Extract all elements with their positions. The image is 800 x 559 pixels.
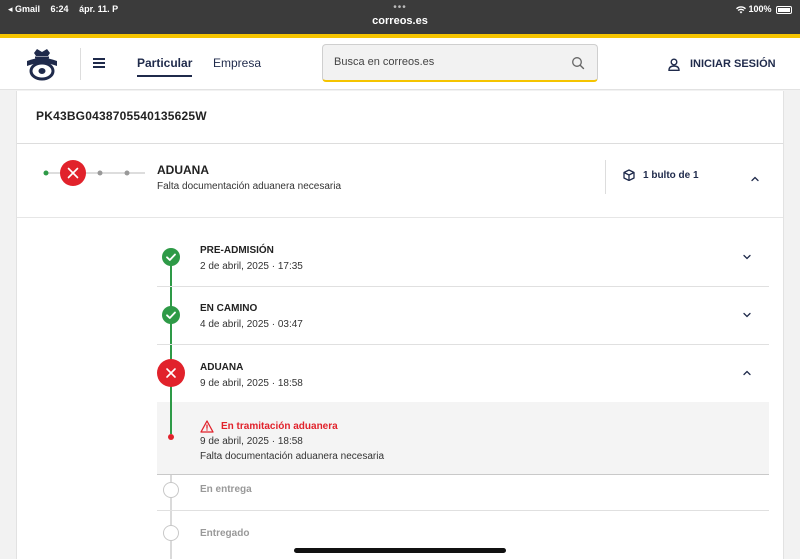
- shipment-summary[interactable]: ADUANA Falta documentación aduanera nece…: [17, 144, 783, 217]
- step-title: EN CAMINO: [200, 303, 258, 314]
- header-divider: [80, 48, 81, 80]
- step-title: PRE-ADMISIÓN: [200, 245, 274, 256]
- multitask-dots[interactable]: •••: [0, 2, 800, 13]
- battery-icon: [776, 5, 792, 14]
- check-circle-icon: [162, 248, 180, 266]
- wifi-icon: [735, 5, 746, 14]
- pending-circle-icon: [163, 525, 179, 541]
- step-title: ADUANA: [200, 362, 244, 373]
- timeline-line-progress: [170, 402, 172, 434]
- packages-selector[interactable]: 1 bulto de 1: [623, 169, 699, 181]
- tab-particular[interactable]: Particular: [137, 56, 193, 77]
- detail-description: Falta documentación aduanera necesaria: [200, 451, 385, 462]
- search-icon[interactable]: [571, 56, 585, 70]
- summary-divider: [605, 160, 606, 194]
- login-button[interactable]: INICIAR SESIÓN: [668, 55, 776, 73]
- step-title: Entregado: [200, 528, 250, 539]
- step-date: 2 de abril, 2025 · 17:35: [200, 261, 303, 272]
- summary-description: Falta documentación aduanera necesaria: [157, 181, 342, 192]
- packages-count: 1 bulto de 1: [643, 169, 699, 181]
- tracking-timeline: PRE-ADMISIÓN 2 de abril, 2025 · 17:35 EN…: [17, 218, 783, 559]
- error-circle-icon: [157, 359, 185, 387]
- step-detail-panel: En tramitación aduanera 9 de abril, 2025…: [157, 402, 769, 474]
- detail-title-row: En tramitación aduanera: [200, 420, 338, 433]
- correos-logo[interactable]: [24, 47, 60, 81]
- row-divider: [157, 474, 769, 475]
- shipment-card: PK43BG0438705540135625W ADUANA Falta doc…: [16, 91, 784, 559]
- row-divider: [157, 344, 769, 345]
- ios-status-bar: ◂ Gmail 6:24 ápr. 11. P ••• correos.es 1…: [0, 0, 800, 34]
- site-header: Particular Empresa INICIAR SESIÓN: [0, 38, 800, 90]
- chevron-down-icon[interactable]: [742, 252, 752, 262]
- mini-progress-tracker: [43, 160, 145, 186]
- chevron-up-icon[interactable]: [750, 174, 760, 184]
- tab-empresa[interactable]: Empresa: [213, 56, 261, 70]
- summary-status: ADUANA: [157, 163, 209, 177]
- step-date: 9 de abril, 2025 · 18:58: [200, 378, 303, 389]
- package-box-icon: [623, 169, 635, 181]
- detail-dot-marker: [168, 434, 174, 440]
- check-circle-icon: [162, 306, 180, 324]
- user-icon: [668, 58, 680, 71]
- battery-percent: 100%: [748, 4, 772, 14]
- pending-circle-icon: [163, 482, 179, 498]
- hamburger-menu-icon[interactable]: [93, 58, 105, 68]
- login-label: INICIAR SESIÓN: [690, 58, 776, 70]
- detail-date: 9 de abril, 2025 · 18:58: [200, 436, 303, 447]
- address-bar-url[interactable]: correos.es: [0, 15, 800, 27]
- row-divider: [157, 510, 769, 511]
- tracking-number: PK43BG0438705540135625W: [36, 109, 207, 123]
- row-divider: [157, 286, 769, 287]
- warning-triangle-icon: [200, 420, 214, 433]
- search-input[interactable]: [323, 45, 563, 79]
- chevron-down-icon[interactable]: [742, 310, 752, 320]
- detail-title: En tramitación aduanera: [221, 421, 338, 432]
- search-box: [322, 44, 598, 82]
- status-right: 100%: [735, 4, 792, 14]
- step-title: En entrega: [200, 484, 252, 495]
- step-date: 4 de abril, 2025 · 03:47: [200, 319, 303, 330]
- home-indicator[interactable]: [294, 548, 506, 553]
- chevron-up-icon[interactable]: [742, 368, 752, 378]
